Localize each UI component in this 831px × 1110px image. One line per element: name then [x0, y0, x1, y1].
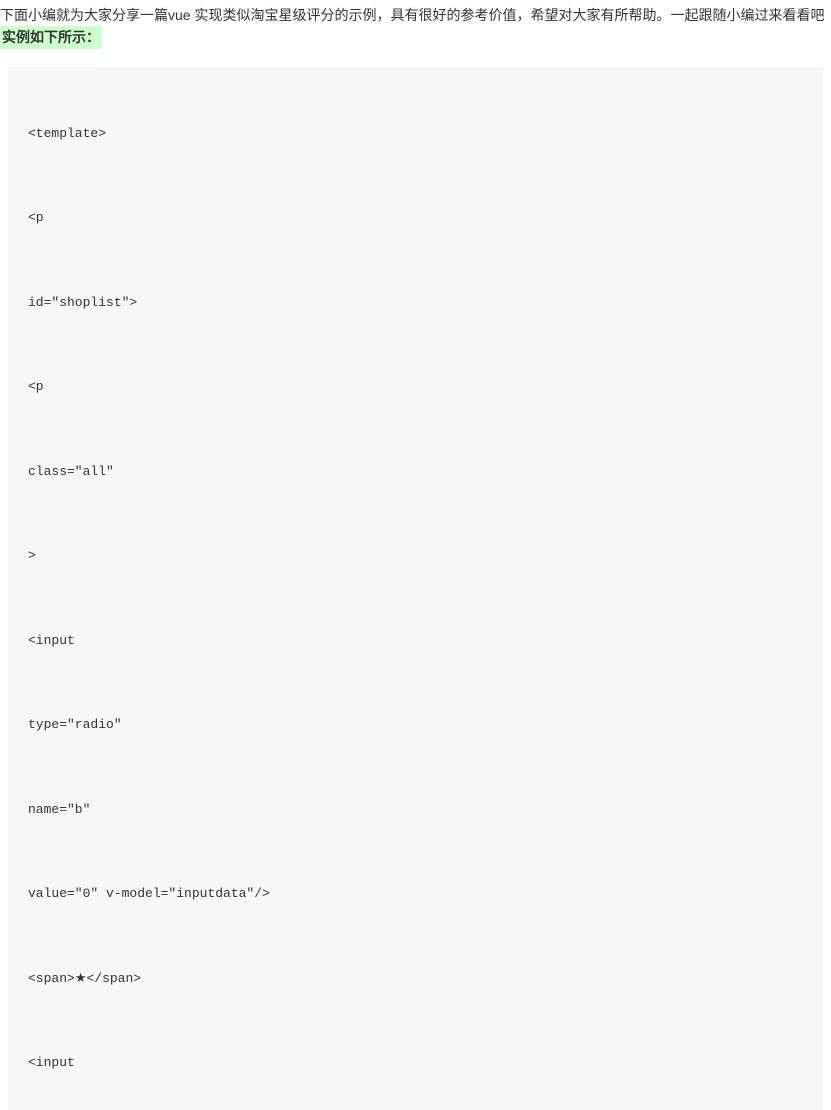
code-line: >: [28, 546, 803, 566]
code-line: <input: [28, 631, 803, 651]
code-line: <p: [28, 208, 803, 228]
code-line: <template>: [28, 124, 803, 144]
code-line: id="shoplist">: [28, 293, 803, 313]
code-line: <span>★</span>: [28, 969, 803, 989]
code-line: class="all": [28, 462, 803, 482]
code-line: <p: [28, 377, 803, 397]
code-line: value="0" v-model="inputdata"/>: [28, 884, 803, 904]
code-line: <input: [28, 1053, 803, 1073]
code-line: type="radio": [28, 715, 803, 735]
intro-highlight: 实例如下所示：: [0, 26, 102, 48]
intro-section: 下面小编就为大家分享一篇vue 实现类似淘宝星级评分的示例，具有很好的参考价值，…: [0, 0, 831, 57]
code-line: name="b": [28, 800, 803, 820]
code-block: <template> <p id="shoplist"> <p class="a…: [8, 67, 823, 1110]
intro-paragraph: 下面小编就为大家分享一篇vue 实现类似淘宝星级评分的示例，具有很好的参考价值，…: [0, 4, 831, 26]
